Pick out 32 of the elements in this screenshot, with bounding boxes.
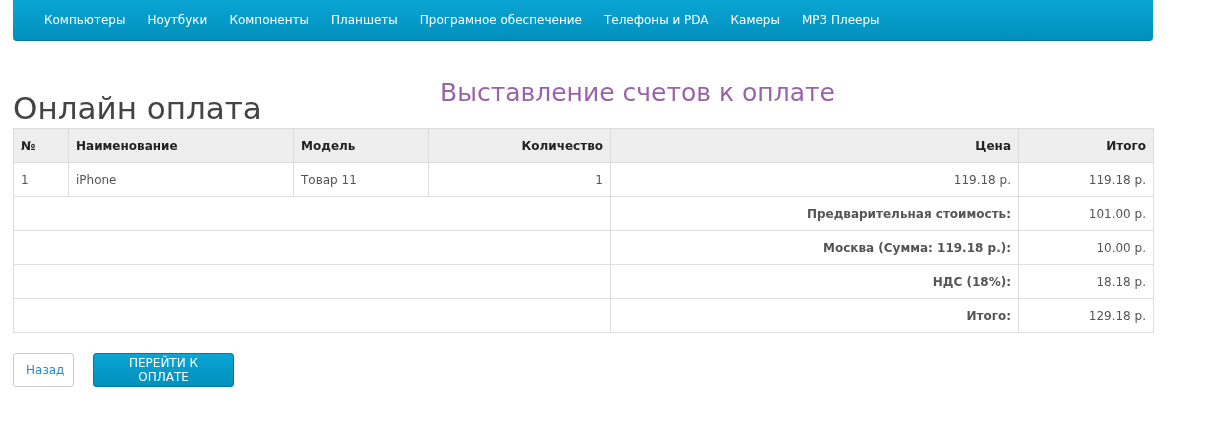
total-value: 129.18 р. <box>1018 298 1154 333</box>
total-label: Москва (Сумма: 119.18 р.): <box>610 230 1019 265</box>
total-label: НДС (18%): <box>610 264 1019 299</box>
nav-link[interactable]: Компьютеры <box>33 13 137 27</box>
column-header: Итого <box>1018 128 1154 163</box>
table-cell: Товар 11 <box>293 162 429 197</box>
nav-link[interactable]: Ноутбуки <box>136 13 219 27</box>
checkout-button[interactable]: ПЕРЕЙТИ К ОПЛАТЕ <box>93 353 234 387</box>
total-label: Итого: <box>610 298 1019 333</box>
column-header: Цена <box>610 128 1019 163</box>
annotation-text: Выставление счетов к оплате <box>440 77 835 109</box>
column-header: Наименование <box>68 128 294 163</box>
table-cell: 1 <box>13 162 69 197</box>
nav-link[interactable]: Планшеты <box>320 13 409 27</box>
column-header: Количество <box>428 128 611 163</box>
nav-link[interactable]: MP3 Плееры <box>790 13 891 27</box>
nav-link[interactable]: Програмное обеспечение <box>408 13 593 27</box>
total-value: 101.00 р. <box>1018 196 1154 231</box>
column-header: № <box>13 128 69 163</box>
nav-link[interactable]: Компоненты <box>218 13 321 27</box>
back-button[interactable]: Назад <box>13 353 74 387</box>
nav-link[interactable]: Телефоны и PDA <box>592 13 720 27</box>
column-header: Модель <box>293 128 429 163</box>
table-cell: 119.18 р. <box>610 162 1019 197</box>
nav-link[interactable]: Камеры <box>719 13 791 27</box>
total-value: 18.18 р. <box>1018 264 1154 299</box>
total-value: 10.00 р. <box>1018 230 1154 265</box>
total-label: Предварительная стоимость: <box>610 196 1019 231</box>
table-cell: 119.18 р. <box>1018 162 1154 197</box>
page-title: Онлайн оплата <box>13 89 263 128</box>
table-cell: iPhone <box>68 162 294 197</box>
table-cell: 1 <box>428 162 611 197</box>
